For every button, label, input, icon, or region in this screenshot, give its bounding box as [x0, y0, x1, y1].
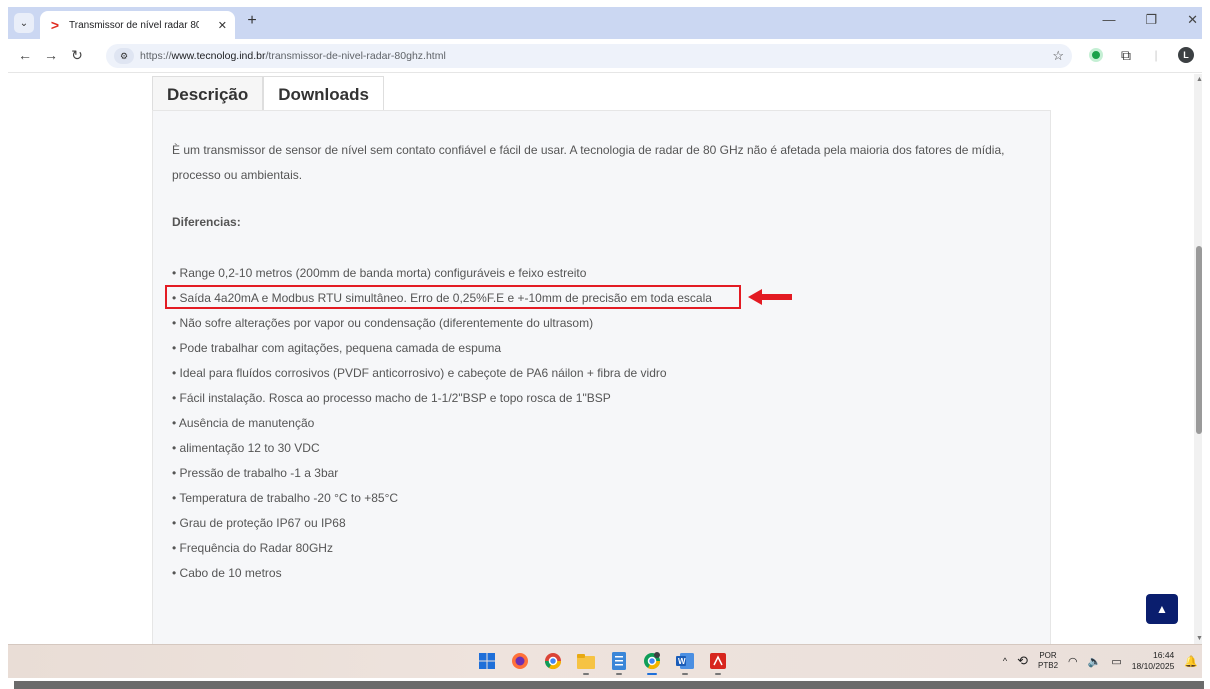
new-tab-button[interactable]: + [242, 12, 262, 30]
extension-icon[interactable] [1088, 47, 1104, 63]
notification-bell-icon[interactable]: 🔔 [1184, 655, 1198, 668]
list-item: • Pressão de trabalho -1 a 3bar [172, 466, 339, 480]
list-item: • Ausência de manutenção [172, 416, 315, 430]
restore-icon[interactable]: ❐ [1145, 12, 1157, 28]
chrome-profile-icon[interactable] [643, 651, 661, 675]
list-item: • Não sofre alterações por vapor ou cond… [172, 316, 594, 330]
tab-downloads[interactable]: Downloads [263, 76, 384, 112]
browser-tab[interactable]: > Transmissor de nível radar 80GHz ✕ [40, 11, 235, 39]
intro-text: È um transmissor de sensor de nível sem … [172, 143, 1005, 182]
extensions-area: ⧉ | L ⋮ [1088, 47, 1210, 63]
svg-text:W: W [678, 657, 686, 666]
content-tabs: Descrição Downloads [152, 76, 384, 112]
puzzle-icon[interactable]: ⧉ [1118, 47, 1134, 63]
language-indicator[interactable]: POR PTB2 [1038, 651, 1058, 671]
star-icon[interactable]: ☆ [1052, 48, 1064, 64]
wifi-icon[interactable]: ◠ [1068, 655, 1078, 668]
url-scheme: https:// [140, 50, 172, 62]
list-item: • Temperatura de trabalho -20 °C to +85°… [172, 491, 399, 505]
differentials-heading: Diferencias: [172, 215, 241, 229]
acrobat-icon[interactable] [709, 651, 727, 675]
page-viewport: Descrição Downloads È um transmissor de … [8, 74, 1194, 644]
list-item: • Frequência do Radar 80GHz [172, 541, 333, 555]
chevron-up-icon[interactable]: ^ [1003, 656, 1007, 666]
list-item: • alimentação 12 to 30 VDC [172, 441, 320, 455]
battery-icon[interactable]: ▭ [1111, 655, 1121, 668]
screen: ⌄ > Transmissor de nível radar 80GHz ✕ +… [0, 0, 1210, 689]
browser-toolbar: ← → ↻ ⚙ https://www.tecnolog.ind.br/tran… [8, 39, 1210, 73]
site-favicon-icon: > [50, 17, 60, 33]
back-arrow-icon[interactable]: ← [16, 47, 34, 63]
highlight-annotation-box [165, 285, 741, 309]
site-info-icon[interactable]: ⚙ [114, 48, 134, 64]
profile-icon[interactable]: L [1178, 47, 1194, 63]
reload-icon[interactable]: ↻ [68, 47, 86, 64]
tab-search-icon[interactable]: ⌄ [14, 13, 34, 33]
toolbar-divider: | [1154, 48, 1158, 62]
features-list: • Range 0,2-10 metros (200mm de banda mo… [172, 261, 712, 586]
windows-taskbar: W ^ ⟲ POR PTB2 ◠ 🔈 ▭ 16:44 18/10/2025 🔔 [8, 644, 1210, 678]
volume-icon[interactable]: 🔈 [1088, 655, 1102, 668]
screenshot-shadow [14, 681, 1204, 689]
clock[interactable]: 16:44 18/10/2025 [1132, 650, 1175, 672]
window-controls: — ❐ ✕ [1102, 12, 1198, 28]
list-item: • Fácil instalação. Rosca ao processo ma… [172, 391, 611, 405]
back-to-top-button[interactable]: ▲ [1146, 594, 1178, 624]
list-item: • Pode trabalhar com agitações, pequena … [172, 341, 502, 355]
list-item: • Grau de proteção IP67 ou IP68 [172, 516, 346, 530]
red-arrow-annotation-icon [748, 289, 792, 305]
firefox-icon[interactable] [511, 651, 529, 671]
close-tab-icon[interactable]: ✕ [218, 19, 227, 32]
word-icon[interactable]: W [676, 651, 694, 675]
taskbar-apps: W [478, 651, 727, 675]
windows-start-icon[interactable] [478, 651, 496, 671]
url-path: /transmissor-de-nivel-radar-80ghz.html [265, 50, 446, 62]
minimize-icon[interactable]: — [1102, 12, 1115, 28]
browser-tab-strip: ⌄ > Transmissor de nível radar 80GHz ✕ +… [8, 7, 1210, 39]
file-explorer-icon[interactable] [577, 651, 595, 675]
list-item: • Cabo de 10 metros [172, 566, 282, 580]
chrome-icon[interactable] [544, 651, 562, 671]
list-item: • Range 0,2-10 metros (200mm de banda mo… [172, 266, 587, 280]
close-icon[interactable]: ✕ [1187, 12, 1198, 28]
widget-icon[interactable]: ⟲ [1017, 653, 1028, 669]
browser-tab-title: Transmissor de nível radar 80GHz [69, 19, 199, 31]
screenshot-edge [1202, 0, 1210, 689]
notepad-icon[interactable] [610, 651, 628, 675]
tab-descricao[interactable]: Descrição [152, 76, 264, 112]
description-panel: È um transmissor de sensor de nível sem … [152, 110, 1051, 644]
address-bar[interactable]: ⚙ https://www.tecnolog.ind.br/transmisso… [106, 44, 1072, 68]
url-host: www.tecnolog.ind.br [171, 50, 266, 62]
list-item: • Ideal para fluídos corrosivos (PVDF an… [172, 366, 667, 380]
forward-arrow-icon[interactable]: → [42, 47, 60, 63]
system-tray: ^ ⟲ POR PTB2 ◠ 🔈 ▭ 16:44 18/10/2025 🔔 [1003, 650, 1198, 672]
